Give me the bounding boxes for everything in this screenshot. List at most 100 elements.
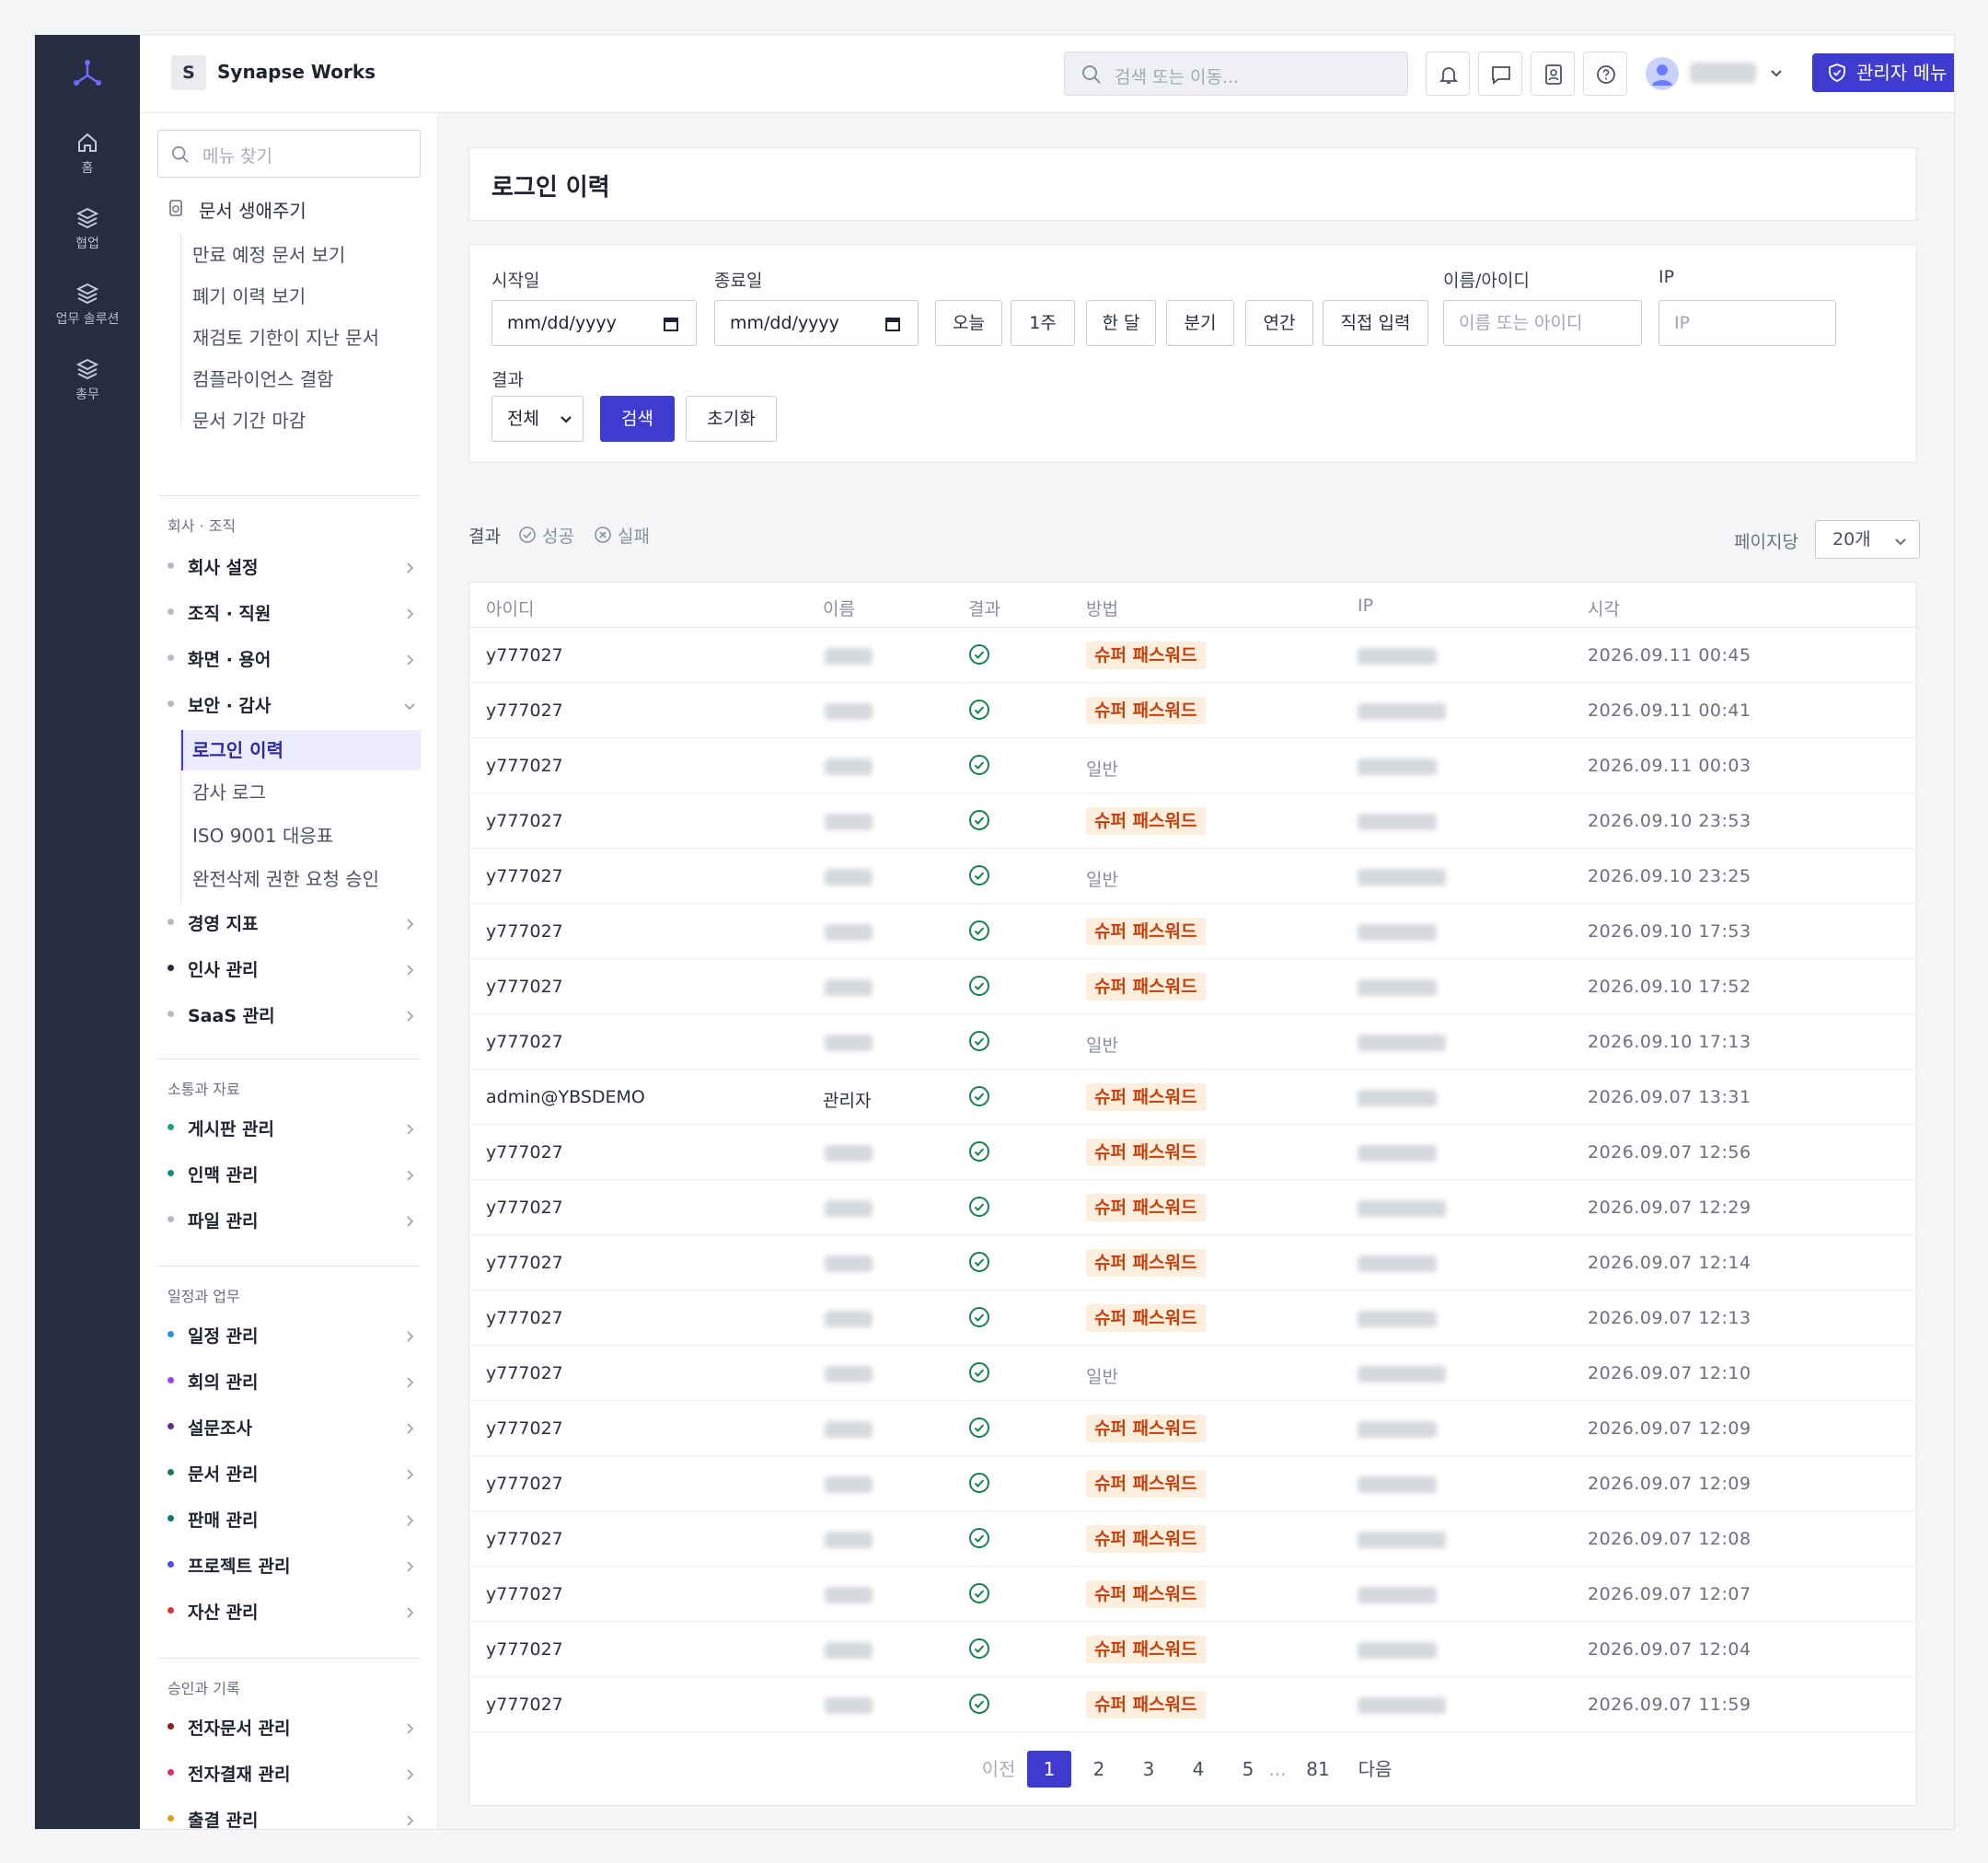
- chevron-down-icon[interactable]: [1769, 65, 1784, 80]
- table-row[interactable]: y777027 슈퍼 패스워드 2026.09.07 12:04: [469, 1622, 1916, 1677]
- table-row[interactable]: y777027 일반 2026.09.10 17:13: [469, 1014, 1916, 1070]
- rail-item[interactable]: 홈: [35, 131, 140, 177]
- result-select[interactable]: 전체: [491, 396, 584, 442]
- table-row[interactable]: y777027 슈퍼 패스워드 2026.09.10 17:52: [469, 959, 1916, 1014]
- sidebar-menu-item[interactable]: 보안 · 감사: [168, 689, 416, 717]
- table-row[interactable]: y777027 슈퍼 패스워드 2026.09.07 12:29: [469, 1180, 1916, 1235]
- menu-search-input[interactable]: 메뉴 찾기: [157, 130, 421, 178]
- search-button[interactable]: 검색: [600, 396, 675, 442]
- table-row[interactable]: y777027 슈퍼 패스워드 2026.09.07 12:09: [469, 1401, 1916, 1456]
- column-header[interactable]: 결과: [968, 596, 1000, 620]
- global-search-placeholder: 검색 또는 이동...: [1115, 67, 1240, 87]
- admin-menu-button[interactable]: 관리자 메뉴: [1812, 53, 1954, 92]
- table-row[interactable]: y777027 일반 2026.09.11 00:03: [469, 738, 1916, 793]
- reset-button[interactable]: 초기화: [686, 396, 777, 442]
- table-row[interactable]: y777027 슈퍼 패스워드 2026.09.07 12:07: [469, 1567, 1916, 1622]
- table-row[interactable]: y777027 슈퍼 패스워드 2026.09.10 17:53: [469, 904, 1916, 959]
- rail-item[interactable]: 업무 솔루션: [35, 282, 140, 328]
- sidebar-menu-item[interactable]: 프로젝트 관리: [168, 1550, 416, 1578]
- sidebar-subitem-active[interactable]: 로그인 이력: [192, 735, 283, 762]
- sidebar-menu-item[interactable]: 설문조사: [168, 1412, 416, 1440]
- sidebar-subitem[interactable]: 감사 로그: [192, 778, 266, 804]
- sidebar-menu-item[interactable]: 회사 설정: [168, 551, 416, 579]
- sidebar-menu-item[interactable]: 파일 관리: [168, 1205, 416, 1232]
- help-button[interactable]: [1583, 52, 1627, 96]
- avatar[interactable]: [1646, 57, 1679, 90]
- per-page-select[interactable]: 20개: [1815, 520, 1920, 559]
- global-search-input[interactable]: 검색 또는 이동...: [1064, 52, 1408, 96]
- success-icon-wrap: [968, 1637, 990, 1663]
- page-button[interactable]: 4: [1176, 1751, 1220, 1788]
- sidebar-menu-item[interactable]: 전자문서 관리: [168, 1712, 416, 1740]
- messages-button[interactable]: [1478, 52, 1522, 96]
- sidebar-menu-item[interactable]: 문서 관리: [168, 1458, 416, 1486]
- sidebar-menu-item[interactable]: 인맥 관리: [168, 1159, 416, 1186]
- sidebar-menu-item[interactable]: 게시판 관리: [168, 1113, 416, 1140]
- document-cycle-icon: [169, 200, 182, 216]
- table-row[interactable]: y777027 슈퍼 패스워드 2026.09.07 12:08: [469, 1511, 1916, 1567]
- prev-page-button[interactable]: 이전: [976, 1751, 1022, 1788]
- org-name[interactable]: Synapse Works: [217, 61, 376, 83]
- range-button[interactable]: 분기: [1166, 300, 1234, 346]
- column-header[interactable]: 시각: [1588, 596, 1620, 620]
- x-circle-icon: [595, 526, 611, 543]
- sidebar-subitem[interactable]: 폐기 이력 보기: [192, 282, 306, 308]
- sidebar-menu-item[interactable]: 전자결재 관리: [168, 1758, 416, 1786]
- table-row[interactable]: y777027 일반 2026.09.07 12:10: [469, 1346, 1916, 1401]
- table-row[interactable]: y777027 슈퍼 패스워드 2026.09.11 00:41: [469, 683, 1916, 738]
- column-header[interactable]: 아이디: [486, 596, 534, 620]
- app-logo-icon[interactable]: [69, 55, 106, 92]
- ip-input[interactable]: IP: [1659, 300, 1836, 346]
- sidebar-menu-item[interactable]: 자산 관리: [168, 1596, 416, 1624]
- home-icon: [78, 133, 97, 152]
- table-row[interactable]: y777027 슈퍼 패스워드 2026.09.07 12:09: [469, 1456, 1916, 1511]
- success-icon-wrap: [968, 1417, 990, 1442]
- sidebar-menu-item[interactable]: SaaS 관리: [168, 1000, 416, 1027]
- sidebar-subitem[interactable]: 컴플라이언스 결함: [192, 364, 334, 391]
- sidebar-subitem[interactable]: 문서 기간 마감: [192, 406, 306, 433]
- page-button[interactable]: 3: [1127, 1751, 1171, 1788]
- range-button[interactable]: 1주: [1011, 300, 1075, 346]
- name-id-input[interactable]: 이름 또는 아이디: [1443, 300, 1642, 346]
- column-header[interactable]: 이름: [823, 596, 855, 620]
- range-button[interactable]: 한 달: [1086, 300, 1156, 346]
- layers-icon: [75, 207, 99, 229]
- rail-item[interactable]: 총무: [35, 357, 140, 403]
- end-date-input[interactable]: mm/dd/yyyy: [714, 300, 919, 346]
- sidebar-menu-item[interactable]: 회의 관리: [168, 1366, 416, 1394]
- table-row[interactable]: y777027 슈퍼 패스워드 2026.09.07 12:13: [469, 1290, 1916, 1346]
- rail-item[interactable]: 협업: [35, 206, 140, 252]
- last-page-button[interactable]: 81: [1296, 1751, 1340, 1788]
- range-button[interactable]: 직접 입력: [1323, 300, 1428, 346]
- table-row[interactable]: y777027 슈퍼 패스워드 2026.09.10 23:53: [469, 793, 1916, 849]
- notifications-button[interactable]: [1426, 52, 1470, 96]
- sidebar-subitem[interactable]: 완전삭제 권한 요청 승인: [192, 864, 379, 891]
- chevron-wrap: [403, 1465, 416, 1486]
- sidebar-subitem[interactable]: 만료 예정 문서 보기: [192, 240, 345, 267]
- range-button[interactable]: 연간: [1245, 300, 1313, 346]
- range-button[interactable]: 오늘: [935, 300, 1002, 346]
- sidebar-menu-item[interactable]: 인사 관리: [168, 954, 416, 981]
- sidebar-menu-item[interactable]: 판매 관리: [168, 1504, 416, 1532]
- contacts-button[interactable]: [1531, 52, 1575, 96]
- sidebar-subitem[interactable]: ISO 9001 대응표: [192, 821, 333, 848]
- sidebar-subitem[interactable]: 재검토 기한이 지난 문서: [192, 323, 379, 350]
- table-row[interactable]: admin@YBSDEMO 관리자 슈퍼 패스워드 2026.09.07 13:31: [469, 1070, 1916, 1125]
- column-header[interactable]: 방법: [1086, 596, 1118, 620]
- sidebar-menu-item[interactable]: 경영 지표: [168, 908, 416, 935]
- next-page-button[interactable]: 다음: [1349, 1751, 1401, 1788]
- sidebar-menu-item[interactable]: 출결 관리: [168, 1804, 416, 1829]
- table-row[interactable]: y777027 슈퍼 패스워드 2026.09.07 11:59: [469, 1677, 1916, 1732]
- start-date-input[interactable]: mm/dd/yyyy: [491, 300, 697, 346]
- page-button[interactable]: 2: [1077, 1751, 1121, 1788]
- table-row[interactable]: y777027 슈퍼 패스워드 2026.09.07 12:14: [469, 1235, 1916, 1290]
- column-header[interactable]: IP: [1358, 596, 1373, 616]
- sidebar-menu-item[interactable]: 화면 · 용어: [168, 643, 416, 671]
- table-row[interactable]: y777027 슈퍼 패스워드 2026.09.07 12:56: [469, 1125, 1916, 1180]
- table-row[interactable]: y777027 일반 2026.09.10 23:25: [469, 849, 1916, 904]
- sidebar-menu-item[interactable]: 일정 관리: [168, 1320, 416, 1348]
- table-row[interactable]: y777027 슈퍼 패스워드 2026.09.11 00:45: [469, 628, 1916, 683]
- page-button[interactable]: 1: [1027, 1751, 1071, 1788]
- cell-name-redacted: [825, 1421, 873, 1438]
- sidebar-menu-item[interactable]: 조직 · 직원: [168, 597, 416, 625]
